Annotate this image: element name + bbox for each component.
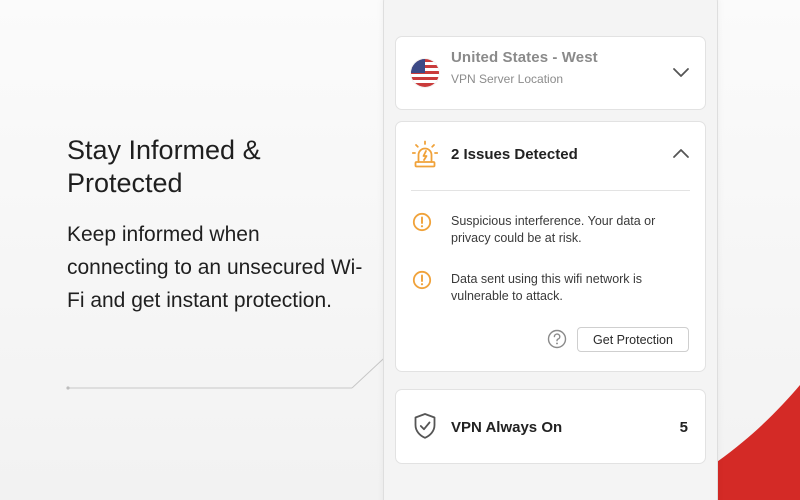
alarm-light-icon [412, 140, 438, 168]
shield-check-icon [414, 413, 436, 439]
issues-divider [411, 190, 690, 191]
marketing-subcopy: Keep informed when connecting to an unse… [67, 223, 363, 312]
issues-title: 2 Issues Detected [451, 146, 578, 163]
marketing-headline: Stay Informed & Protected [67, 135, 261, 198]
issues-card: 2 Issues Detected Suspicious interferenc… [395, 121, 706, 372]
question-circle-icon[interactable] [547, 329, 567, 349]
chevron-up-icon[interactable] [672, 146, 690, 160]
vpn-count-value: 5 [679, 419, 688, 436]
get-protection-button[interactable]: Get Protection [577, 327, 689, 352]
warning-circle-icon [412, 270, 432, 290]
issue-text: Data sent using this wifi network is vul… [451, 272, 643, 303]
us-flag-icon [411, 59, 439, 87]
server-location-name: United States - West [451, 49, 598, 66]
warning-circle-icon [412, 212, 432, 232]
vpn-always-on-label: VPN Always On [451, 419, 563, 436]
issue-text: Suspicious interference. Your data or pr… [451, 214, 656, 245]
vpn-always-on-card[interactable]: VPN Always On 5 [395, 389, 706, 464]
chevron-down-icon[interactable] [672, 65, 690, 79]
server-location-label: VPN Server Location [451, 72, 564, 86]
server-location-card[interactable]: United States - West VPN Server Location [395, 36, 706, 110]
app-panel: United States - West VPN Server Location… [383, 0, 718, 500]
